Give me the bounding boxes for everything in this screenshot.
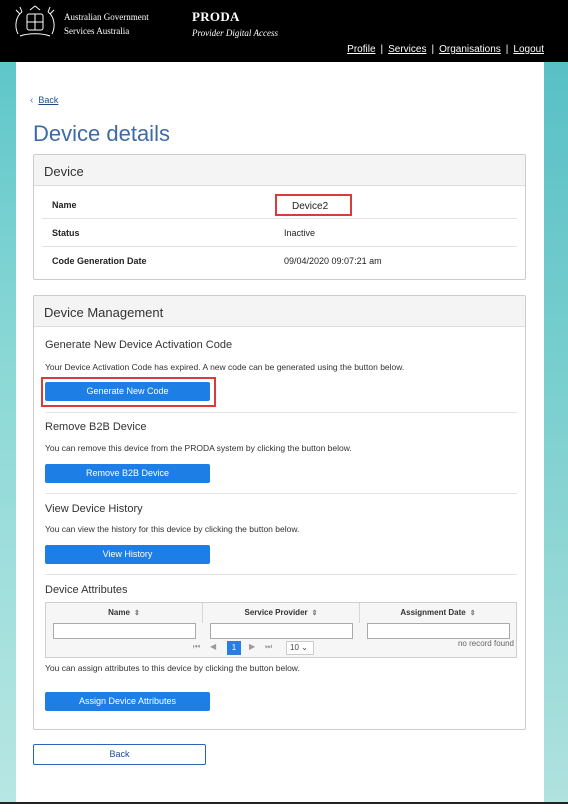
view-history-button[interactable]: View History xyxy=(45,545,210,564)
back-button-bottom[interactable]: Back xyxy=(33,744,206,765)
coat-of-arms-logo xyxy=(15,5,55,37)
nav-logout[interactable]: Logout xyxy=(513,44,544,55)
nav-profile[interactable]: Profile xyxy=(347,44,375,55)
page-size-select[interactable]: 10 ⌄ xyxy=(286,641,314,655)
filter-input-assignment-date[interactable] xyxy=(367,623,510,639)
view-history-text: You can view the history for this device… xyxy=(45,524,300,534)
column-header-service-provider[interactable]: Service Provider ⇕ xyxy=(203,603,360,623)
gov-line-2: Services Australia xyxy=(64,26,130,36)
left-decorative-border xyxy=(0,62,16,802)
site-header: Australian Government Services Australia… xyxy=(0,0,568,62)
empty-table-message: no record found xyxy=(457,639,514,648)
gov-line-1: Australian Government xyxy=(64,12,149,22)
device-attributes-table: Name ⇕ Service Provider ⇕ Assignment Date ⇕… xyxy=(45,602,517,658)
management-panel-heading: Device Management xyxy=(34,296,525,327)
top-navigation: Profile | Services | Organisations | Logout xyxy=(347,44,544,55)
section-divider xyxy=(45,412,517,413)
remove-b2b-device-button[interactable]: Remove B2B Device xyxy=(45,464,210,483)
device-panel-heading: Device xyxy=(34,155,525,186)
section-divider xyxy=(45,493,517,494)
sort-icon: ⇕ xyxy=(311,610,318,617)
main-content: ‹ Back Device details Device Name Device2… xyxy=(16,62,544,802)
filter-input-name[interactable] xyxy=(53,623,196,639)
device-status-row: Status Inactive xyxy=(42,219,517,247)
sort-icon: ⇕ xyxy=(469,610,476,617)
nav-services[interactable]: Services xyxy=(388,44,426,55)
sort-icon: ⇕ xyxy=(133,610,140,617)
device-status-label: Status xyxy=(52,228,80,238)
device-name-row: Name Device2 xyxy=(42,191,517,219)
remove-device-text: You can remove this device from the PROD… xyxy=(45,443,352,453)
generate-code-title: Generate New Device Activation Code xyxy=(45,339,233,351)
next-page-icon[interactable]: ▶ xyxy=(249,642,255,651)
assign-device-attributes-button[interactable]: Assign Device Attributes xyxy=(45,692,210,711)
previous-page-icon[interactable]: ◀ xyxy=(210,642,216,651)
last-page-icon[interactable]: ⏭ xyxy=(265,642,272,652)
back-link-label[interactable]: Back xyxy=(38,95,58,105)
section-divider xyxy=(45,574,517,575)
generate-new-code-button[interactable]: Generate New Code xyxy=(45,382,210,401)
device-name-label: Name xyxy=(52,200,77,210)
nav-organisations[interactable]: Organisations xyxy=(439,44,501,55)
table-pagination: ⏮ ◀ 1 ▶ ⏭ 10 ⌄ xyxy=(191,641,316,655)
device-attributes-title: Device Attributes xyxy=(45,584,128,596)
assign-attributes-text: You can assign attributes to this device… xyxy=(45,663,300,673)
device-management-panel: Device Management Generate New Device Ac… xyxy=(33,295,526,730)
back-link-top[interactable]: ‹ Back xyxy=(30,95,58,106)
first-page-icon[interactable]: ⏮ xyxy=(193,642,200,652)
device-panel: Device Name Device2 Status Inactive Code… xyxy=(33,154,526,280)
chevron-down-icon: ⌄ xyxy=(301,643,308,652)
code-generation-date-value: 09/04/2020 09:07:21 am xyxy=(284,256,382,266)
filter-input-service-provider[interactable] xyxy=(210,623,353,639)
right-decorative-border xyxy=(544,62,568,802)
view-history-title: View Device History xyxy=(45,503,143,515)
page-title: Device details xyxy=(33,121,170,146)
device-status-value: Inactive xyxy=(284,228,316,238)
chevron-left-icon: ‹ xyxy=(30,95,34,106)
column-header-name[interactable]: Name ⇕ xyxy=(46,603,203,623)
footer-divider xyxy=(0,802,568,804)
generate-code-text: Your Device Activation Code has expired.… xyxy=(45,362,405,372)
column-header-assignment-date[interactable]: Assignment Date ⇕ xyxy=(360,603,516,623)
remove-device-title: Remove B2B Device xyxy=(45,421,147,433)
device-name-value: Device2 xyxy=(275,194,352,216)
app-title: PRODA xyxy=(192,9,240,24)
app-subtitle: Provider Digital Access xyxy=(192,28,278,38)
current-page-button[interactable]: 1 xyxy=(227,641,241,655)
code-generation-date-label: Code Generation Date xyxy=(52,256,147,266)
code-generation-date-row: Code Generation Date 09/04/2020 09:07:21… xyxy=(42,247,517,275)
government-branding: Australian Government Services Australia xyxy=(64,10,149,38)
